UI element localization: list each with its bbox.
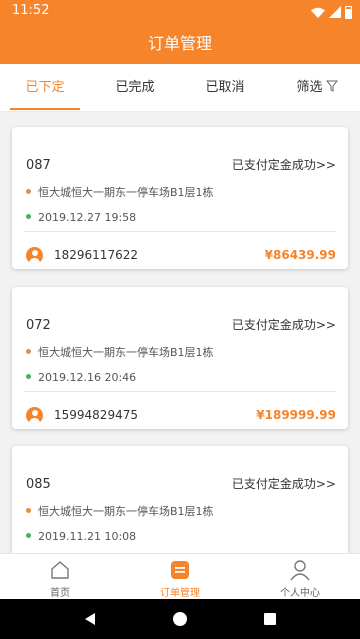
nav-label: 个人中心 <box>280 588 320 599</box>
order-price: ¥86439.99 <box>264 248 336 262</box>
status-icons <box>311 5 352 19</box>
nav-orders[interactable]: 订单管理 <box>120 554 240 600</box>
filter-icon <box>325 80 338 92</box>
order-list[interactable]: 087 已支付定金成功>> 恒大城恒大一期东一停车场B1层1栋 2019.12.… <box>0 112 360 553</box>
date-row: 2019.12.16 20:46 <box>26 371 136 384</box>
tab-cancelled[interactable]: 已取消 <box>190 64 260 112</box>
location-row: 恒大城恒大一期东一停车场B1层1栋 <box>26 184 214 200</box>
order-location: 恒大城恒大一期东一停车场B1层1栋 <box>38 186 214 199</box>
card-divider <box>24 231 336 232</box>
location-row: 恒大城恒大一期东一停车场B1层1栋 <box>26 344 214 360</box>
order-number: 072 <box>26 318 51 333</box>
tab-label: 已下定 <box>25 80 65 95</box>
avatar-icon <box>26 407 43 424</box>
order-tabs: 已下定 已完成 已取消 筛选 <box>0 64 360 112</box>
order-location: 恒大城恒大一期东一停车场B1层1栋 <box>38 346 214 359</box>
order-card[interactable]: 072 已支付定金成功>> 恒大城恒大一期东一停车场B1层1栋 2019.12.… <box>12 287 348 429</box>
order-date: 2019.11.21 10:08 <box>38 530 137 543</box>
date-dot <box>26 533 31 538</box>
orders-icon <box>171 561 189 579</box>
signal-icon <box>329 6 341 18</box>
page-title: 订单管理 <box>0 24 360 64</box>
card-divider <box>24 391 336 392</box>
nav-profile[interactable]: 个人中心 <box>240 554 360 600</box>
tab-label: 已取消 <box>205 80 245 95</box>
order-status-link[interactable]: 已支付定金成功>> <box>232 475 336 492</box>
location-row: 恒大城恒大一期东一停车场B1层1栋 <box>26 503 214 519</box>
date-dot <box>26 214 31 219</box>
order-card[interactable]: 085 已支付定金成功>> 恒大城恒大一期东一停车场B1层1栋 2019.11.… <box>12 446 348 553</box>
system-nav-bar <box>0 599 360 639</box>
battery-icon <box>345 5 352 19</box>
status-time: 11:52 <box>12 3 50 18</box>
nav-label: 首页 <box>50 588 70 599</box>
status-bar: 11:52 <box>0 0 360 24</box>
wifi-icon <box>311 7 325 18</box>
nav-label: 订单管理 <box>160 588 200 599</box>
date-row: 2019.12.27 19:58 <box>26 211 136 224</box>
order-location: 恒大城恒大一期东一停车场B1层1栋 <box>38 505 214 518</box>
order-status-link[interactable]: 已支付定金成功>> <box>232 316 336 333</box>
location-dot <box>26 508 31 513</box>
back-icon[interactable] <box>82 611 98 627</box>
home-button-icon[interactable] <box>172 611 188 627</box>
active-tab-indicator <box>10 108 80 110</box>
bottom-nav: 首页 订单管理 个人中心 <box>0 553 360 599</box>
order-number: 085 <box>26 477 51 492</box>
filter-label: 筛选 <box>296 80 323 95</box>
home-icon <box>51 561 69 579</box>
order-card[interactable]: 087 已支付定金成功>> 恒大城恒大一期东一停车场B1层1栋 2019.12.… <box>12 127 348 269</box>
order-number: 087 <box>26 158 51 173</box>
order-status-link[interactable]: 已支付定金成功>> <box>232 156 336 173</box>
customer-phone: 18296117622 <box>54 248 138 262</box>
order-price: ¥189999.99 <box>256 408 336 422</box>
tab-placed[interactable]: 已下定 <box>10 64 80 112</box>
customer-phone: 15994829475 <box>54 408 138 422</box>
location-dot <box>26 349 31 354</box>
person-icon <box>290 560 310 581</box>
location-dot <box>26 189 31 194</box>
recents-icon[interactable] <box>262 611 278 627</box>
tab-label: 已完成 <box>115 80 155 95</box>
order-date: 2019.12.27 19:58 <box>38 211 137 224</box>
tab-completed[interactable]: 已完成 <box>100 64 170 112</box>
avatar-icon <box>26 247 43 264</box>
filter-button[interactable]: 筛选 <box>282 64 352 112</box>
order-date: 2019.12.16 20:46 <box>38 371 137 384</box>
date-row: 2019.11.21 10:08 <box>26 530 136 543</box>
nav-home[interactable]: 首页 <box>0 554 120 600</box>
date-dot <box>26 374 31 379</box>
